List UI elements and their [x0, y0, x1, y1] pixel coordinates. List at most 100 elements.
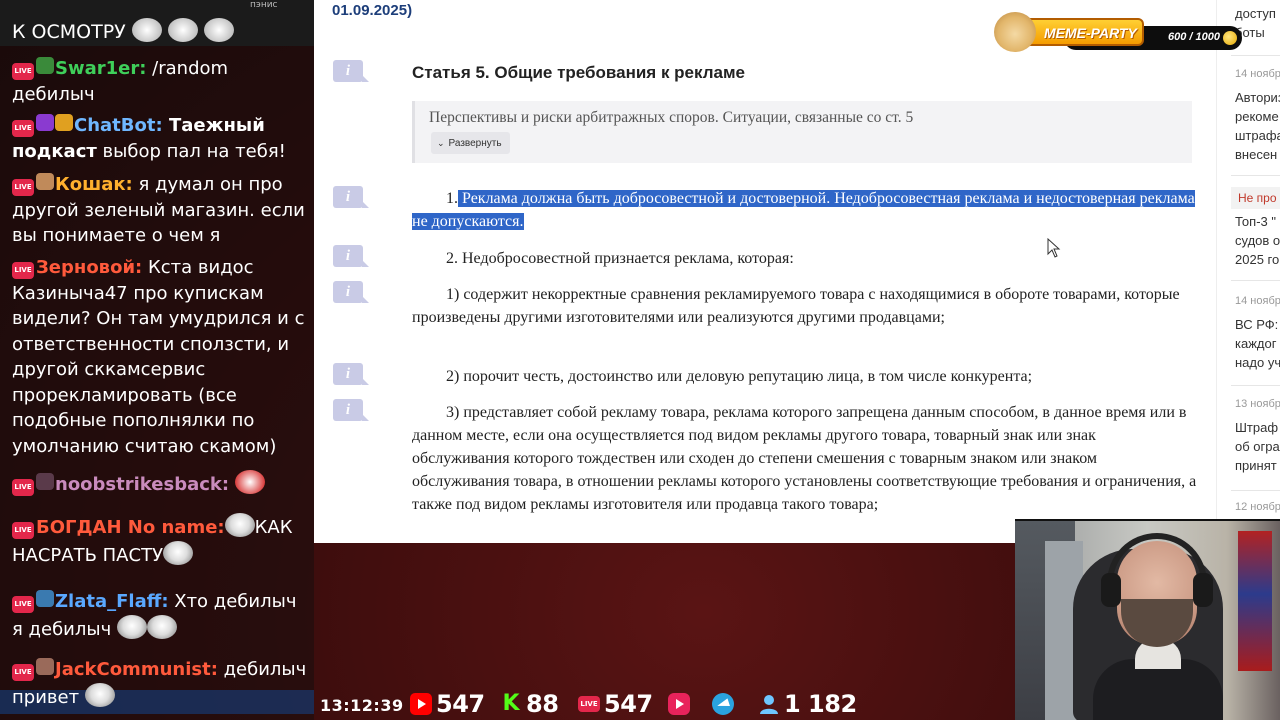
news-line[interactable]: штрафа: [1235, 126, 1280, 145]
chat-nick[interactable]: Zlata_Flaff:: [55, 591, 169, 612]
vk-live-icon: LIVE: [578, 696, 600, 712]
mouse-pointer-icon: [1047, 238, 1061, 258]
user-badge-icon: [36, 57, 54, 74]
user-badge-icon: [36, 173, 54, 190]
article-paragraph: 2) порочит честь, достоинство или делову…: [412, 365, 1197, 388]
news-line[interactable]: внесен: [1235, 145, 1277, 164]
related-materials-text[interactable]: Перспективы и риски арбитражных споров. …: [429, 109, 913, 127]
paragraph-number: 1.: [446, 190, 458, 207]
news-line[interactable]: Топ-3 ": [1235, 212, 1276, 231]
info-icon[interactable]: i: [333, 399, 369, 421]
news-line[interactable]: рекоме: [1235, 107, 1279, 126]
news-line[interactable]: 2025 го: [1235, 250, 1279, 269]
paragraph-text: 3) представляет собой рекламу товара, ре…: [412, 404, 1197, 513]
chat-nick[interactable]: БОГДАН No name:: [36, 517, 225, 538]
chat-panel: пэнис К ОСМОТРУ LIVE Swar1er: /random деб…: [0, 0, 314, 720]
news-line[interactable]: судов о: [1235, 231, 1280, 250]
user-badge-icon: [36, 658, 54, 675]
total-viewers: 1 182: [784, 690, 857, 718]
news-date: 12 ноябр: [1235, 501, 1280, 513]
emote-icon: [163, 540, 194, 565]
telegram-icon: [712, 693, 734, 715]
info-icon[interactable]: i: [333, 60, 369, 82]
chat-message: LIVE Кошак: я думал он про другой зеленый…: [12, 172, 310, 249]
chat-nick[interactable]: noobstrikesback:: [55, 474, 229, 495]
info-icon[interactable]: i: [333, 245, 369, 267]
news-line[interactable]: надо уч: [1235, 353, 1280, 372]
info-icon[interactable]: i: [333, 186, 369, 208]
meme-party-widget: 600 / 1000 MEME-PARTY: [994, 12, 1246, 52]
divider: [1231, 55, 1280, 56]
news-date: 13 ноябр: [1235, 398, 1280, 410]
flag-image: [1238, 531, 1272, 671]
news-tag[interactable]: Не про: [1231, 187, 1280, 209]
divider: [1231, 385, 1280, 386]
chat-message: LIVE JackCommunist: дебилыч привет: [12, 657, 310, 710]
chat-header: пэнис К ОСМОТРУ: [0, 0, 314, 46]
paragraph-text: 1) содержит некорректные сравнения рекла…: [412, 286, 1180, 326]
divider: [1231, 280, 1280, 281]
chevron-down-icon: ⌄: [437, 138, 445, 148]
kick-viewers: 88: [526, 690, 559, 718]
news-line[interactable]: ВС РФ:: [1235, 315, 1278, 334]
meme-party-title: MEME-PARTY: [1044, 25, 1137, 41]
chat-message: LIVE noobstrikesback:: [12, 470, 310, 498]
expand-label: Развернуть: [448, 138, 502, 149]
article-date-heading[interactable]: 01.09.2025): [332, 2, 412, 19]
emote-icon: [234, 470, 265, 494]
news-date: 14 ноябр: [1235, 295, 1280, 307]
webcam-feed: [1015, 519, 1280, 720]
user-badge-icon: [36, 590, 54, 607]
paragraph-text: 2. Недобросовестной признается реклама, …: [446, 250, 794, 267]
news-line[interactable]: об огра: [1235, 437, 1280, 456]
news-line[interactable]: принят: [1235, 456, 1277, 475]
rutube-icon: [668, 693, 690, 715]
live-badge-icon: LIVE: [12, 664, 34, 681]
divider: [1231, 490, 1280, 491]
chat-first-line: К ОСМОТРУ: [12, 18, 234, 43]
chat-nick[interactable]: Зерновой:: [36, 257, 142, 278]
chat-nick[interactable]: ChatBot:: [74, 115, 163, 136]
live-badge-icon: LIVE: [12, 63, 34, 80]
info-icon[interactable]: i: [333, 363, 369, 385]
chat-nick[interactable]: Swar1er:: [55, 58, 146, 79]
live-badge-icon: LIVE: [12, 262, 34, 279]
live-badge-icon: LIVE: [12, 120, 34, 137]
chat-top-name: пэнис: [250, 0, 278, 10]
live-badge-icon: LIVE: [12, 596, 34, 613]
expand-button[interactable]: ⌄ Развернуть: [431, 132, 510, 154]
live-badge-icon: LIVE: [12, 179, 34, 196]
live-badge-icon: LIVE: [12, 479, 34, 496]
article-paragraph: 1. Реклама должна быть добросовестной и …: [412, 187, 1197, 233]
news-line[interactable]: каждог: [1235, 334, 1276, 353]
emote-icon: [224, 513, 255, 537]
chat-message: LIVE ChatBot: Таежный подкаст выбор пал н…: [12, 113, 310, 164]
article-title: Статья 5. Общие требования к рекламе: [412, 63, 746, 82]
emote-icon: [203, 18, 234, 42]
youtube-icon: [410, 693, 432, 715]
news-line[interactable]: Авториз: [1235, 88, 1280, 107]
headphones-icon: [1107, 533, 1207, 583]
live-badge-icon: LIVE: [12, 522, 34, 539]
emote-icon: [167, 18, 198, 42]
article-paragraph: 3) представляет собой рекламу товара, ре…: [412, 401, 1197, 516]
emote-icon: [116, 614, 147, 639]
youtube-viewers: 547: [436, 690, 485, 718]
chat-nick[interactable]: JackCommunist:: [55, 659, 218, 680]
kick-icon: K: [502, 691, 520, 716]
meme-progress-count: 600 / 1000: [1168, 31, 1220, 43]
info-icon[interactable]: i: [333, 281, 369, 303]
user-badge-icon: [36, 473, 54, 490]
paragraph-text: 2) порочит честь, достоинство или делову…: [446, 368, 1033, 385]
emote-icon: [131, 18, 162, 42]
article-panel: 01.09.2025) i Статья 5. Общие требования…: [314, 0, 1216, 543]
coin-icon: [1223, 31, 1237, 45]
selected-text[interactable]: Реклама должна быть добросовестной и дос…: [412, 190, 1195, 230]
news-line[interactable]: Штраф: [1235, 418, 1278, 437]
chat-message: LIVE Zlata_Flaff: Хто дебилыч я дебилыч: [12, 589, 310, 642]
user-badge-icon: [55, 114, 73, 131]
divider: [1231, 175, 1280, 176]
chat-text: Кста видос Казиныча47 про купискам видел…: [12, 257, 305, 457]
chat-nick[interactable]: Кошак:: [55, 174, 133, 195]
related-materials-box: Перспективы и риски арбитражных споров. …: [412, 101, 1192, 163]
